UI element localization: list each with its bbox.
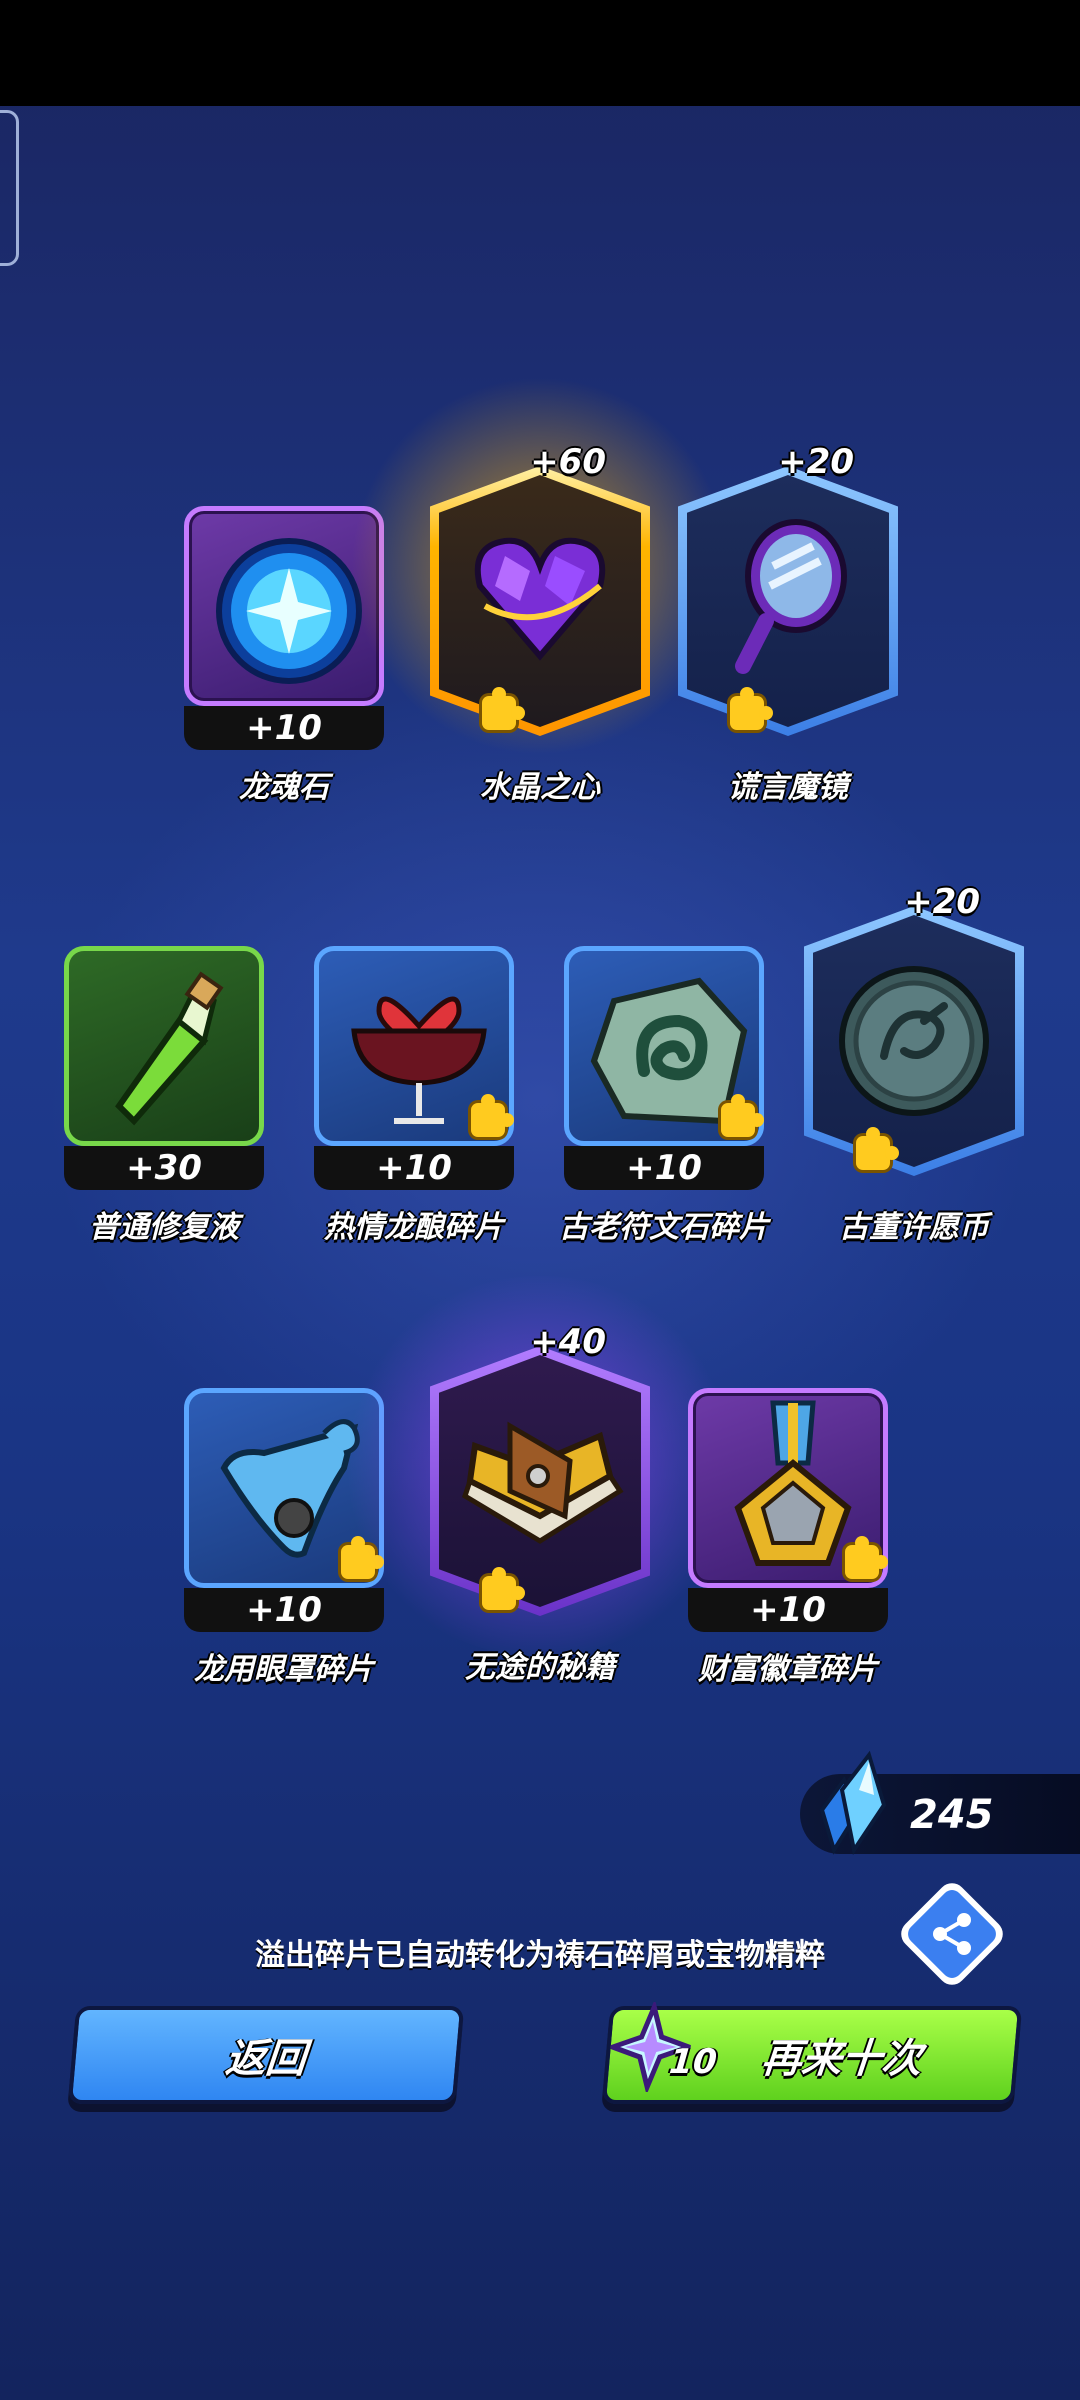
reward-qty: +10 [184, 706, 384, 750]
reward-name: 龙用眼罩碎片 [194, 1652, 374, 1687]
reward-qty: +10 [564, 1146, 764, 1190]
reward-name: 水晶之心 [480, 770, 600, 805]
fragment-puzzle-icon [730, 687, 773, 730]
crystal-heart-icon [474, 537, 606, 661]
reward-qty: +20 [778, 442, 854, 482]
fragment-puzzle-icon [721, 1094, 764, 1137]
fragment-puzzle-icon [482, 687, 525, 730]
soul-orb-icon [216, 538, 362, 684]
draw-cost: 10 [667, 2042, 719, 2082]
fragment-puzzle-icon [856, 1127, 899, 1170]
status-bar [0, 0, 1080, 106]
gold-book-icon [461, 1421, 624, 1544]
antique-coin-icon [839, 966, 989, 1116]
reward-qty: +30 [64, 1146, 264, 1190]
reward-name: 古董许愿币 [839, 1210, 989, 1245]
back-button-label: 返回 [223, 2036, 308, 2082]
magic-mirror-icon [735, 519, 847, 674]
reward-name: 财富徽章碎片 [698, 1652, 878, 1687]
reward-name: 谎言魔镜 [728, 770, 848, 805]
reward-name: 无途的秘籍 [465, 1650, 615, 1685]
currency-display: 245 [800, 1750, 1080, 1856]
currency-value: 245 [910, 1792, 994, 1838]
reward-card [564, 946, 764, 1146]
reward-card [64, 946, 264, 1146]
fragment-puzzle-icon [482, 1567, 525, 1610]
reward-card [314, 946, 514, 1146]
fragment-puzzle-icon [471, 1094, 514, 1137]
reward-qty: +10 [688, 1588, 888, 1632]
reward-qty: +40 [530, 1322, 606, 1362]
reward-qty: +10 [184, 1588, 384, 1632]
reward-name: 龙魂石 [239, 770, 329, 805]
reward-qty: +60 [530, 442, 606, 482]
reward-name: 热情龙酿碎片 [324, 1210, 504, 1245]
reward-qty: +10 [314, 1146, 514, 1190]
fragment-puzzle-icon [845, 1536, 888, 1579]
share-icon [933, 1913, 971, 1955]
reward-qty: +20 [904, 882, 980, 922]
draw-ten-again-button[interactable]: 10 再来十次 [601, 2002, 1023, 2104]
reward-name: 普通修复液 [89, 1210, 239, 1245]
blue-crystal-icon [819, 1750, 887, 1856]
potion-icon [115, 971, 224, 1126]
reward-card [688, 1388, 888, 1588]
draw-ten-again-label: 再来十次 [759, 2036, 924, 2082]
side-panel-edge[interactable] [0, 110, 19, 266]
back-button[interactable]: 返回 [67, 2006, 465, 2104]
reward-name: 古老符文石碎片 [559, 1210, 769, 1245]
